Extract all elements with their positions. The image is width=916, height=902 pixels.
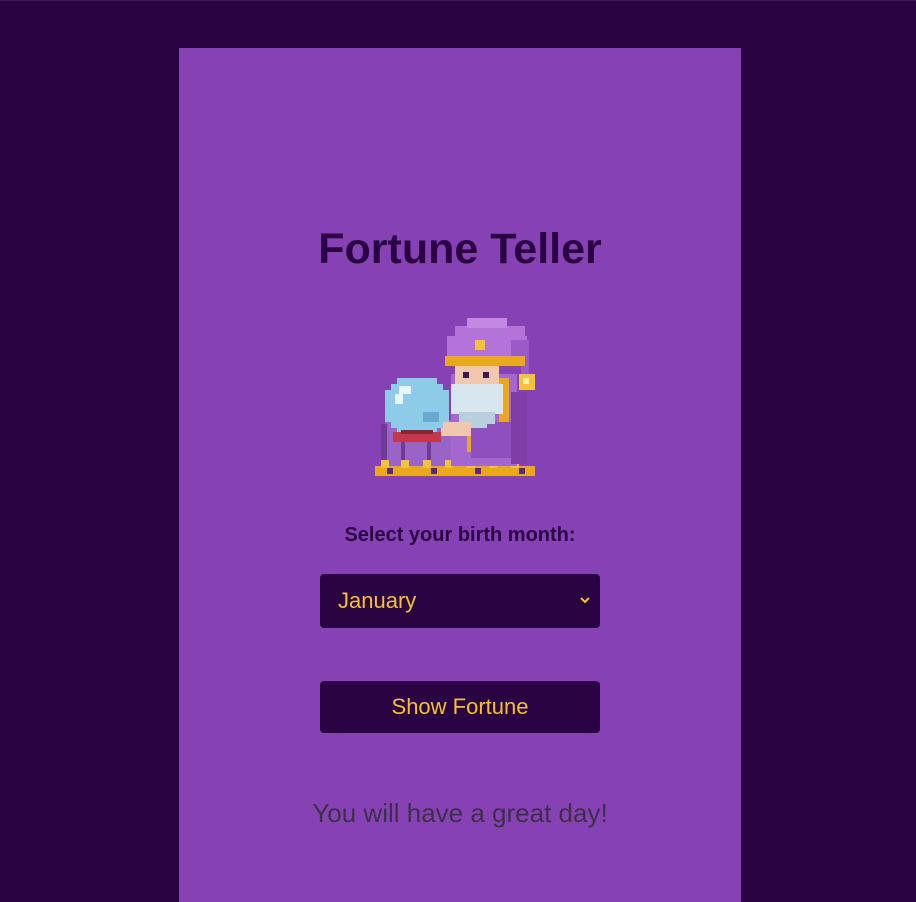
chevron-down-icon: [580, 597, 590, 604]
page-title: Fortune Teller: [318, 225, 602, 273]
fortune-card: Fortune Teller Select your birth month: …: [179, 48, 741, 902]
birth-month-select[interactable]: January: [320, 574, 600, 628]
top-divider: [0, 0, 916, 1]
birth-month-selected-value: January: [338, 588, 417, 613]
wizard-crystal-ball-icon: [375, 318, 535, 476]
fortune-result-text: You will have a great day!: [312, 798, 608, 828]
show-fortune-button[interactable]: Show Fortune: [320, 681, 600, 733]
birth-month-label: Select your birth month:: [344, 524, 576, 546]
